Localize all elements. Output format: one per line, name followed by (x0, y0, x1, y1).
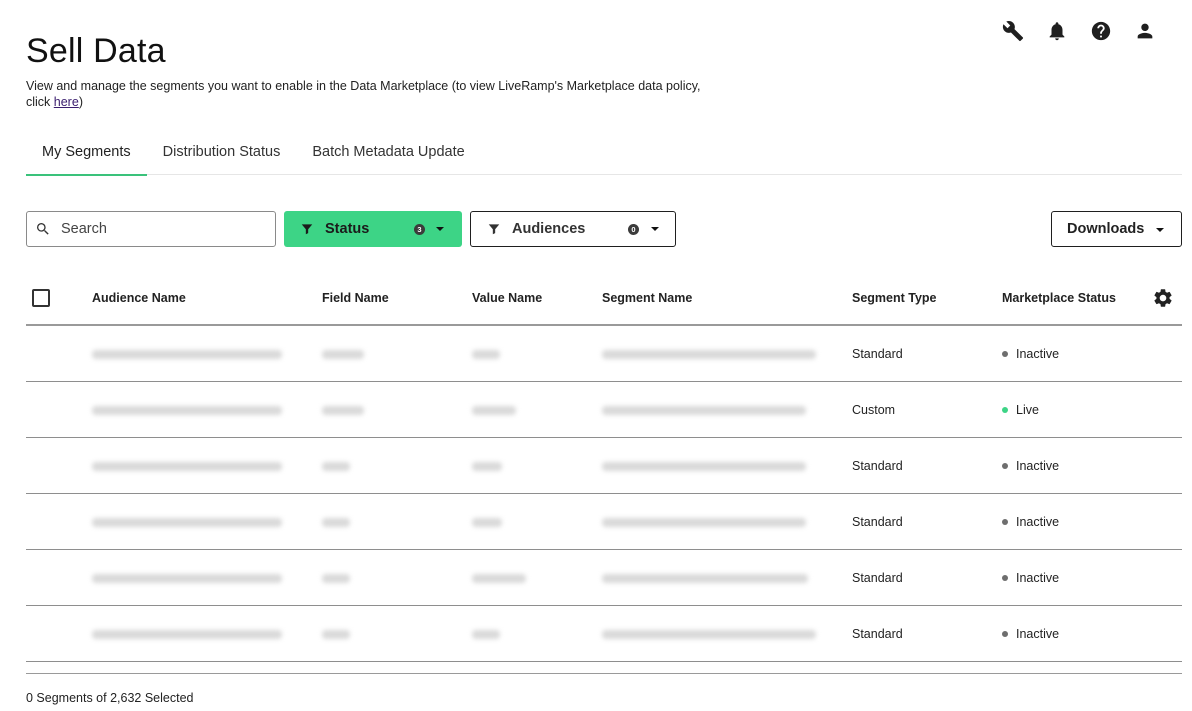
redacted-field-name (322, 518, 350, 527)
status-label: Live (1016, 403, 1039, 417)
status-dot (1002, 519, 1008, 525)
column-header-segment-name[interactable]: Segment Name (602, 291, 692, 305)
downloads-button[interactable]: Downloads (1051, 211, 1182, 247)
status-filter-count: 3 (414, 224, 425, 235)
tab-distribution-status[interactable]: Distribution Status (147, 128, 297, 175)
column-header-audience-name[interactable]: Audience Name (92, 291, 186, 305)
selection-count: 0 Segments of 2,632 Selected (26, 691, 194, 705)
description-text: View and manage the segments you want to… (26, 79, 701, 109)
redacted-value-name (472, 406, 516, 415)
downloads-label: Downloads (1067, 221, 1145, 237)
filter-icon (301, 224, 313, 235)
redacted-segment-name (602, 630, 816, 639)
table-row[interactable]: Standard Inactive (26, 438, 1182, 494)
table-row[interactable]: Standard Inactive (26, 494, 1182, 550)
status-dot (1002, 631, 1008, 637)
segment-type: Standard (852, 627, 903, 641)
segment-type: Standard (852, 459, 903, 473)
tab-bar: My Segments Distribution Status Batch Me… (26, 128, 1182, 176)
redacted-field-name (322, 462, 350, 471)
status-dot (1002, 575, 1008, 581)
redacted-audience-name (92, 350, 282, 359)
audiences-filter-label: Audiences (512, 221, 586, 237)
redacted-value-name (472, 350, 500, 359)
redacted-audience-name (92, 462, 282, 471)
description-end: ) (78, 95, 83, 109)
search-box (26, 211, 276, 247)
page-title: Sell Data (26, 32, 166, 70)
caret-down-icon (1156, 228, 1164, 232)
marketplace-status: Inactive (1002, 571, 1059, 585)
filter-icon (488, 224, 500, 235)
table-row[interactable]: Standard Inactive (26, 326, 1182, 382)
redacted-segment-name (602, 574, 808, 583)
footer-divider (26, 673, 1182, 674)
column-header-marketplace-status[interactable]: Marketplace Status (1002, 291, 1116, 305)
status-label: Inactive (1016, 515, 1060, 529)
column-header-segment-type[interactable]: Segment Type (852, 291, 937, 305)
caret-down-icon (651, 227, 659, 231)
redacted-segment-name (602, 462, 806, 471)
status-label: Inactive (1016, 571, 1060, 585)
help-icon[interactable] (1088, 18, 1114, 44)
segment-type: Standard (852, 571, 903, 585)
redacted-segment-name (602, 350, 816, 359)
table-row[interactable]: Standard Inactive (26, 606, 1182, 662)
user-icon[interactable] (1132, 18, 1158, 44)
column-header-field-name[interactable]: Field Name (322, 291, 389, 305)
caret-down-icon (436, 227, 444, 231)
bell-icon[interactable] (1044, 18, 1070, 44)
search-input[interactable] (61, 221, 261, 237)
audiences-filter-count: 0 (628, 224, 639, 235)
segments-table: Audience Name Field Name Value Name Segm… (26, 270, 1182, 662)
status-label: Inactive (1016, 627, 1060, 641)
search-icon (37, 223, 49, 235)
status-label: Inactive (1016, 459, 1060, 473)
toolbar: Status 3 Audiences 0 Downloads (26, 211, 1182, 247)
audiences-filter-button[interactable]: Audiences 0 (470, 211, 676, 247)
redacted-field-name (322, 406, 364, 415)
redacted-segment-name (602, 518, 806, 527)
marketplace-status: Inactive (1002, 459, 1059, 473)
redacted-audience-name (92, 574, 282, 583)
redacted-value-name (472, 518, 502, 527)
column-header-value-name[interactable]: Value Name (472, 291, 542, 305)
marketplace-status: Inactive (1002, 627, 1059, 641)
segment-type: Standard (852, 515, 903, 529)
redacted-audience-name (92, 630, 282, 639)
table-row[interactable]: Standard Inactive (26, 550, 1182, 606)
status-dot (1002, 463, 1008, 469)
tab-my-segments[interactable]: My Segments (26, 128, 147, 176)
redacted-audience-name (92, 518, 282, 527)
status-label: Inactive (1016, 347, 1060, 361)
segment-type: Custom (852, 403, 896, 417)
status-filter-button[interactable]: Status 3 (284, 211, 462, 247)
status-dot (1002, 407, 1008, 413)
redacted-value-name (472, 630, 500, 639)
select-all-checkbox[interactable] (32, 289, 50, 307)
redacted-field-name (322, 574, 350, 583)
table-header: Audience Name Field Name Value Name Segm… (26, 270, 1182, 326)
marketplace-status: Live (1002, 403, 1039, 417)
redacted-value-name (472, 462, 502, 471)
sell-data-page: Sell Data View and manage the segments y… (0, 0, 1192, 711)
redacted-segment-name (602, 406, 806, 415)
redacted-value-name (472, 574, 526, 583)
status-filter-label: Status (325, 221, 370, 237)
redacted-field-name (322, 350, 364, 359)
table-row[interactable]: Custom Live (26, 382, 1182, 438)
marketplace-status: Inactive (1002, 515, 1059, 529)
marketplace-status: Inactive (1002, 347, 1059, 361)
top-icon-bar (1000, 18, 1158, 44)
page-description: View and manage the segments you want to… (26, 78, 726, 110)
redacted-field-name (322, 630, 350, 639)
tab-batch-metadata-update[interactable]: Batch Metadata Update (296, 128, 480, 175)
segment-type: Standard (852, 347, 903, 361)
status-dot (1002, 351, 1008, 357)
policy-link[interactable]: here (54, 95, 79, 109)
gear-icon[interactable] (1152, 287, 1174, 309)
redacted-audience-name (92, 406, 282, 415)
wrench-icon[interactable] (1000, 18, 1026, 44)
